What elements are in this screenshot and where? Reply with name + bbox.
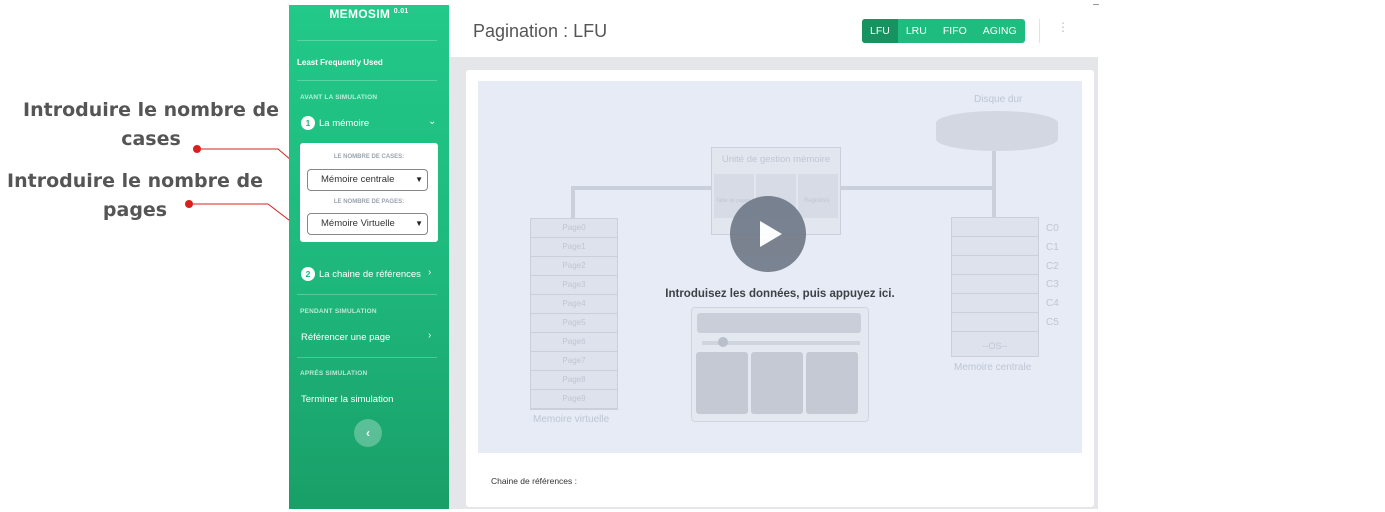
mmu-title: Unité de gestion mémoire bbox=[721, 154, 831, 165]
pages-label: LE NOMBRE DE PAGES: bbox=[333, 199, 405, 205]
os-cell: --OS-- bbox=[982, 341, 1008, 351]
mock-tile bbox=[751, 352, 803, 414]
step-reference-chain[interactable]: 2 La chaine de références bbox=[301, 267, 421, 281]
step-number: 2 bbox=[301, 267, 315, 281]
virtual-memory-column: Page0 Page1 Page2 Page3 Page4 Page5 Page… bbox=[530, 218, 618, 410]
sidebar: MEMOSIM 0.01 Least Frequently Used AVANT… bbox=[289, 5, 449, 509]
page-cell: Page9 bbox=[531, 390, 617, 409]
frame-label: C1 bbox=[1046, 242, 1059, 253]
annotation-pages: Introduire le nombre de pages bbox=[7, 170, 263, 221]
header: Pagination : LFU LFU LRU FIFO AGING ⋮ bbox=[449, 5, 1098, 57]
tab-aging[interactable]: AGING bbox=[975, 19, 1025, 43]
page-cell: Page5 bbox=[531, 314, 617, 333]
annotation-dot-cases bbox=[193, 145, 201, 153]
disk-top bbox=[936, 111, 1058, 135]
chevron-down-icon[interactable]: ⌄ bbox=[428, 116, 436, 127]
section-before-simulation: AVANT LA SIMULATION bbox=[300, 94, 378, 101]
mock-tile bbox=[696, 352, 748, 414]
cases-select-value: Mémoire centrale bbox=[321, 174, 395, 185]
page-cell: Page8 bbox=[531, 371, 617, 390]
frame-cell bbox=[952, 256, 1038, 275]
tab-lfu[interactable]: LFU bbox=[862, 19, 898, 43]
section-during-simulation: PENDANT SIMULATION bbox=[300, 308, 377, 315]
virtual-memory-label: Memoire virtuelle bbox=[533, 414, 610, 425]
brand-name: MEMOSIM bbox=[329, 7, 391, 21]
divider bbox=[297, 294, 437, 295]
mock-tile bbox=[806, 352, 858, 414]
section-after-simulation: APRÉS SIMULATION bbox=[300, 370, 368, 377]
divider bbox=[297, 40, 437, 41]
reference-chain-label: Chaine de références : bbox=[491, 476, 577, 486]
caret-down-icon: ▼ bbox=[415, 219, 423, 228]
algorithm-tabs: LFU LRU FIFO AGING bbox=[862, 19, 1025, 43]
annotation-dot-pages bbox=[185, 200, 193, 208]
central-memory-column: --OS-- bbox=[951, 217, 1039, 357]
memory-settings-panel: LE NOMBRE DE CASES: Mémoire centrale ▼ L… bbox=[300, 143, 438, 242]
caret-down-icon: ▼ bbox=[415, 175, 423, 184]
reference-page-link[interactable]: Référencer une page bbox=[301, 332, 390, 343]
central-memory-label: Memoire centrale bbox=[954, 362, 1032, 373]
mock-bar bbox=[697, 313, 861, 333]
mmu-cell-label: Registres bbox=[804, 198, 830, 204]
step-number: 1 bbox=[301, 116, 315, 130]
page-cell: Page6 bbox=[531, 333, 617, 352]
page-cell: Page2 bbox=[531, 257, 617, 276]
frame-label: C0 bbox=[1046, 223, 1059, 234]
annotation-cases: Introduire le nombre de cases bbox=[23, 99, 279, 150]
mock-knob bbox=[718, 337, 728, 347]
step-reference-chain-label: La chaine de références bbox=[319, 268, 421, 280]
frame-label: C5 bbox=[1046, 317, 1059, 328]
divider bbox=[297, 80, 437, 81]
chevron-right-icon[interactable]: › bbox=[428, 267, 431, 278]
divider bbox=[1039, 19, 1040, 43]
disk-label: Disque dur bbox=[974, 94, 1023, 105]
mock-ui-panel bbox=[691, 307, 869, 422]
cases-label: LE NOMBRE DE CASES: bbox=[333, 154, 405, 160]
bus-line bbox=[571, 186, 575, 218]
step-memory-label: La mémoire bbox=[319, 117, 370, 129]
frame-cell bbox=[952, 313, 1038, 332]
page-cell: Page1 bbox=[531, 238, 617, 257]
divider bbox=[1093, 4, 1099, 5]
frame-cell bbox=[952, 218, 1038, 237]
pages-select-value: Mémoire Virtuelle bbox=[321, 218, 395, 229]
frame-label: C2 bbox=[1046, 261, 1059, 272]
bus-line bbox=[992, 151, 996, 217]
page-title: Pagination : LFU bbox=[473, 21, 608, 41]
tab-fifo[interactable]: FIFO bbox=[935, 19, 975, 43]
chevron-left-icon: ‹ bbox=[366, 426, 370, 440]
intro-instruction: Introduisez les données, puis appuyez ic… bbox=[665, 288, 895, 300]
divider bbox=[297, 357, 437, 358]
intro-video[interactable]: Disque dur Unité de gestion mémoire Tabl… bbox=[478, 81, 1082, 453]
collapse-sidebar-button[interactable]: ‹ bbox=[354, 419, 382, 447]
mmu-cell: Registres bbox=[798, 174, 838, 218]
more-vertical-icon[interactable]: ⋮ bbox=[1057, 21, 1069, 33]
algorithm-name: Least Frequently Used bbox=[297, 58, 383, 67]
page-cell: Page0 bbox=[531, 219, 617, 238]
step-memory[interactable]: 1 La mémoire bbox=[301, 116, 369, 130]
tab-lru[interactable]: LRU bbox=[898, 19, 935, 43]
page-cell: Page7 bbox=[531, 352, 617, 371]
pages-select[interactable]: Mémoire Virtuelle ▼ bbox=[307, 213, 428, 235]
brand-logo[interactable]: MEMOSIM 0.01 bbox=[289, 7, 449, 21]
play-icon[interactable] bbox=[730, 196, 806, 272]
cases-select[interactable]: Mémoire centrale ▼ bbox=[307, 169, 428, 191]
finish-simulation-link[interactable]: Terminer la simulation bbox=[301, 394, 393, 405]
chevron-right-icon[interactable]: › bbox=[428, 330, 431, 341]
frame-cell bbox=[952, 237, 1038, 256]
brand-version: 0.01 bbox=[393, 8, 409, 15]
